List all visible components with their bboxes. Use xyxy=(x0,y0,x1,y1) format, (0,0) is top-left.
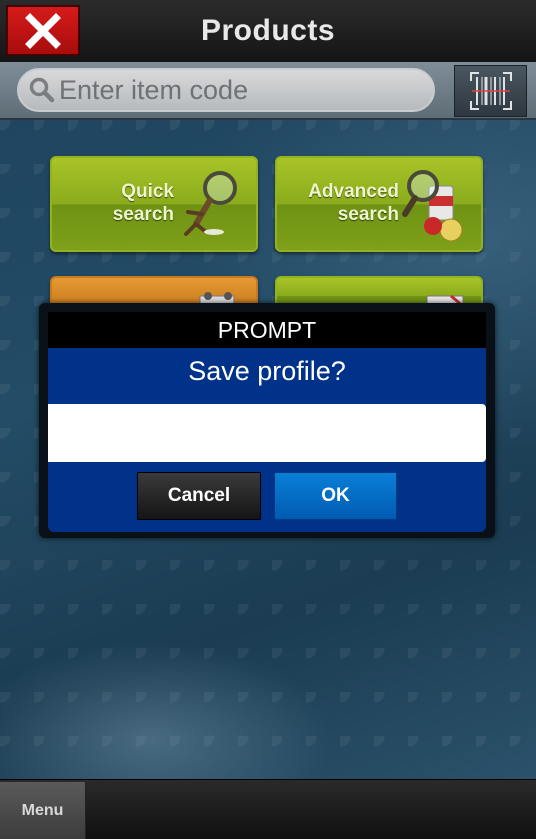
magnifier-runner-icon xyxy=(184,171,237,236)
search-icon xyxy=(29,77,55,103)
menu-button[interactable]: Menu xyxy=(0,782,86,839)
advanced-search-tile[interactable]: Advanced search xyxy=(275,156,483,252)
dialog-title: PROMPT xyxy=(48,312,486,348)
magnifier-products-icon xyxy=(402,170,463,242)
prompt-dialog: PROMPT Save profile? Cancel OK xyxy=(39,303,495,538)
search-field[interactable] xyxy=(17,68,435,112)
dialog-body: PROMPT Save profile? Cancel OK xyxy=(48,312,486,532)
search-input[interactable] xyxy=(59,74,419,106)
cancel-button[interactable]: Cancel xyxy=(137,472,261,520)
header-bar: Products xyxy=(0,0,536,63)
barcode-scan-icon xyxy=(469,72,512,110)
dialog-message: Save profile? xyxy=(188,356,346,386)
quick-search-tile[interactable]: Quick search xyxy=(50,156,258,252)
profile-name-input[interactable] xyxy=(48,404,486,462)
footer-bar: Menu xyxy=(0,779,536,839)
ok-button[interactable]: OK xyxy=(274,472,397,520)
barcode-scan-button[interactable] xyxy=(454,65,527,117)
page-title: Products xyxy=(200,14,336,47)
tile-label: Quick search xyxy=(112,181,174,225)
tile-label: Advanced search xyxy=(308,181,399,225)
search-bar xyxy=(0,62,536,120)
